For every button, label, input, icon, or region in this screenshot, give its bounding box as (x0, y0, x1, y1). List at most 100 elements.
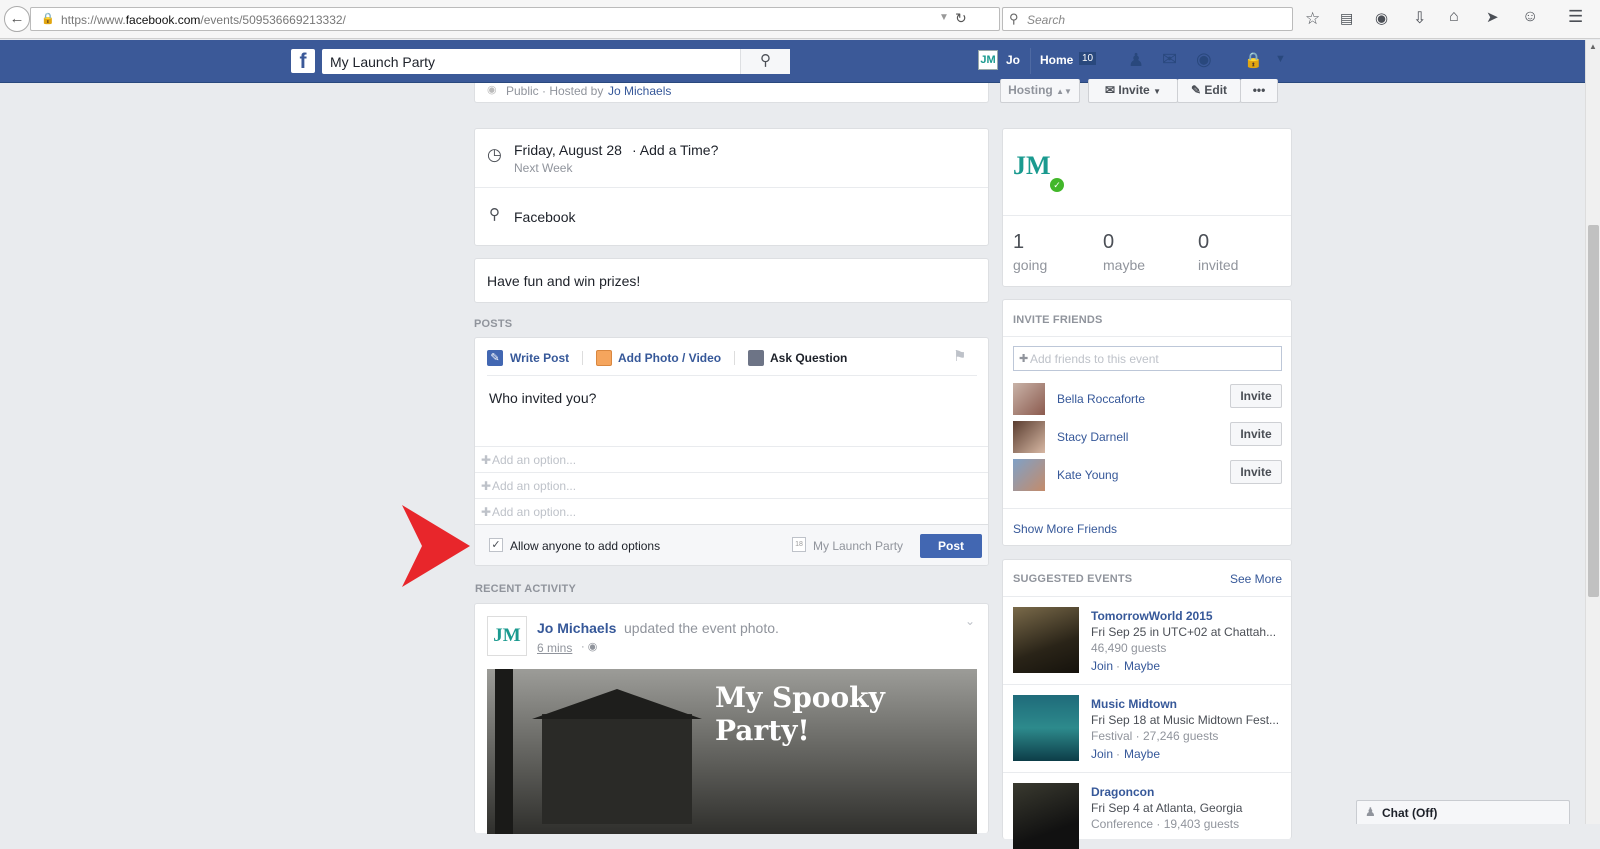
reading-list-icon[interactable]: ▤ (1340, 10, 1353, 27)
join-link[interactable]: Join (1091, 659, 1113, 673)
event-header-strip: ◉ Public · Hosted by Jo Michaels (474, 83, 989, 103)
invite-friend-label: Invite (1240, 465, 1272, 479)
facebook-search[interactable]: My Launch Party ⚲ (322, 49, 790, 74)
maybe-link[interactable]: Maybe (1124, 659, 1160, 673)
option-row[interactable]: ✚ Add an option... (475, 498, 988, 524)
add-friends-input[interactable]: ✚ Add friends to this event (1013, 346, 1282, 371)
allow-options-checkbox[interactable]: ✓ (489, 538, 503, 552)
activity-timestamp[interactable]: 6 mins (537, 641, 572, 655)
event-location[interactable]: Facebook (514, 209, 575, 225)
send-icon[interactable]: ➤ (1486, 8, 1499, 26)
privacy-shortcuts-icon[interactable]: 🔒 (1244, 51, 1263, 69)
home-icon[interactable]: ⌂ (1449, 8, 1459, 26)
friend-avatar[interactable] (1013, 459, 1045, 491)
friend-name[interactable]: Bella Roccaforte (1057, 392, 1145, 406)
see-more-link[interactable]: See More (1230, 572, 1282, 586)
stat-maybe[interactable]: 0 maybe (1103, 231, 1145, 273)
messages-icon[interactable]: ✉ (1162, 49, 1177, 70)
friend-avatar[interactable] (1013, 383, 1045, 415)
search-button[interactable]: ⚲ (740, 49, 790, 74)
friend-avatar[interactable] (1013, 421, 1045, 453)
post-button[interactable]: Post (920, 534, 982, 558)
stat-going[interactable]: 1 going (1013, 231, 1047, 273)
event-title[interactable]: TomorrowWorld 2015 (1091, 609, 1213, 623)
event-guests: Festival · 27,246 guests (1091, 729, 1219, 743)
edit-button[interactable]: ✎ Edit (1177, 79, 1241, 103)
download-icon[interactable]: ⇩ (1413, 8, 1426, 28)
friend-name[interactable]: Stacy Darnell (1057, 430, 1128, 444)
bookmark-star-icon[interactable]: ☆ (1305, 9, 1320, 29)
facebook-logo-icon[interactable]: f (291, 49, 315, 73)
list-item: Dragoncon Fri Sep 4 at Atlanta, Georgia … (1013, 783, 1283, 849)
invite-friend-button[interactable]: Invite (1230, 460, 1282, 484)
tab-add-photo-video[interactable]: Add Photo / Video (618, 351, 721, 365)
chat-face-icon[interactable]: ☺ (1522, 8, 1538, 26)
search-icon: ⚲ (1009, 11, 1019, 26)
friend-name[interactable]: Kate Young (1057, 468, 1118, 482)
tab-ask-question[interactable]: Ask Question (770, 351, 847, 365)
scrollbar-thumb[interactable] (1588, 225, 1599, 597)
map-pin-icon: ⚲ (489, 206, 500, 223)
invite-friend-label: Invite (1240, 427, 1272, 441)
story-chevron-down-icon[interactable]: ⌄ (965, 614, 975, 628)
option-row[interactable]: ✚ Add an option... (475, 472, 988, 498)
facebook-search-input[interactable]: My Launch Party (330, 54, 435, 70)
author-avatar[interactable]: JM (487, 616, 527, 656)
event-meta: Fri Sep 18 at Music Midtown Fest... (1091, 713, 1280, 727)
show-more-friends-link[interactable]: Show More Friends (1013, 522, 1117, 536)
maybe-link[interactable]: Maybe (1124, 747, 1160, 761)
chat-tab[interactable]: ♟ Chat (Off) (1356, 800, 1570, 824)
address-bar[interactable]: 🔒 https://www.facebook.com/events/509536… (30, 7, 1000, 31)
back-button[interactable]: ← (4, 6, 30, 32)
flag-icon[interactable]: ⚑ (953, 347, 966, 365)
photo-title-text: My Spooky Party! (715, 681, 885, 747)
menu-icon[interactable]: ☰ (1568, 7, 1583, 27)
home-link[interactable]: Home (1040, 53, 1073, 67)
option-placeholder: Add an option... (492, 479, 577, 493)
event-description: Have fun and win prizes! (487, 273, 641, 289)
event-meta: Fri Sep 25 in UTC+02 at Chattah... (1091, 625, 1277, 639)
profile-link[interactable]: Jo (1006, 53, 1020, 67)
event-title[interactable]: Music Midtown (1091, 697, 1177, 711)
activity-action: updated the event photo. (624, 620, 779, 636)
pocket-icon[interactable]: ◉ (1375, 9, 1388, 27)
avatar[interactable]: JM (978, 50, 998, 70)
tab-write-post[interactable]: Write Post (510, 351, 569, 365)
more-options-button[interactable]: ••• (1240, 79, 1278, 103)
hosting-button[interactable]: Hosting ▲▼ (1000, 79, 1080, 103)
write-post-pencil-icon: ✎ (487, 350, 503, 366)
page-scrollbar[interactable]: ▲ (1585, 40, 1600, 824)
author-link[interactable]: Jo Michaels (537, 620, 616, 636)
event-thumbnail[interactable] (1013, 607, 1079, 673)
friend-requests-icon[interactable]: ♟ (1128, 50, 1144, 71)
invite-friend-button[interactable]: Invite (1230, 422, 1282, 446)
chat-person-icon: ♟ (1365, 805, 1376, 819)
invite-friend-label: Invite (1240, 389, 1272, 403)
photo-icon (596, 350, 612, 366)
post-button-label: Post (937, 539, 964, 553)
invited-count: 0 (1198, 231, 1210, 253)
list-item: TomorrowWorld 2015 Fri Sep 25 in UTC+02 … (1013, 607, 1283, 673)
invite-button[interactable]: ✉ Invite ▼ (1088, 79, 1178, 103)
event-thumbnail[interactable] (1013, 695, 1079, 761)
host-link[interactable]: Jo Michaels (608, 84, 671, 98)
public-globe-icon: ◉ (487, 84, 497, 96)
maybe-label: maybe (1103, 257, 1146, 273)
question-input[interactable]: Who invited you? (489, 390, 596, 406)
dropdown-icon[interactable]: ▼ (939, 12, 949, 23)
scroll-up-icon[interactable]: ▲ (1589, 42, 1597, 51)
join-link[interactable]: Join (1091, 747, 1113, 761)
reload-icon[interactable]: ↻ (955, 10, 967, 27)
haunted-house-shape (542, 714, 692, 824)
browser-search[interactable]: ⚲ Search (1002, 7, 1293, 31)
invite-friend-button[interactable]: Invite (1230, 384, 1282, 408)
event-title[interactable]: Dragoncon (1091, 785, 1154, 799)
stat-invited[interactable]: 0 invited (1198, 231, 1238, 273)
allow-options-label: Allow anyone to add options (510, 539, 661, 553)
option-row[interactable]: ✚ Add an option... (475, 446, 988, 472)
event-photo[interactable]: My Spooky Party! (487, 669, 977, 834)
notifications-globe-icon[interactable]: ◉ (1196, 49, 1212, 70)
add-time-link[interactable]: · Add a Time? (632, 142, 718, 158)
event-thumbnail[interactable] (1013, 783, 1079, 849)
account-chevron-down-icon[interactable]: ▼ (1275, 53, 1286, 65)
